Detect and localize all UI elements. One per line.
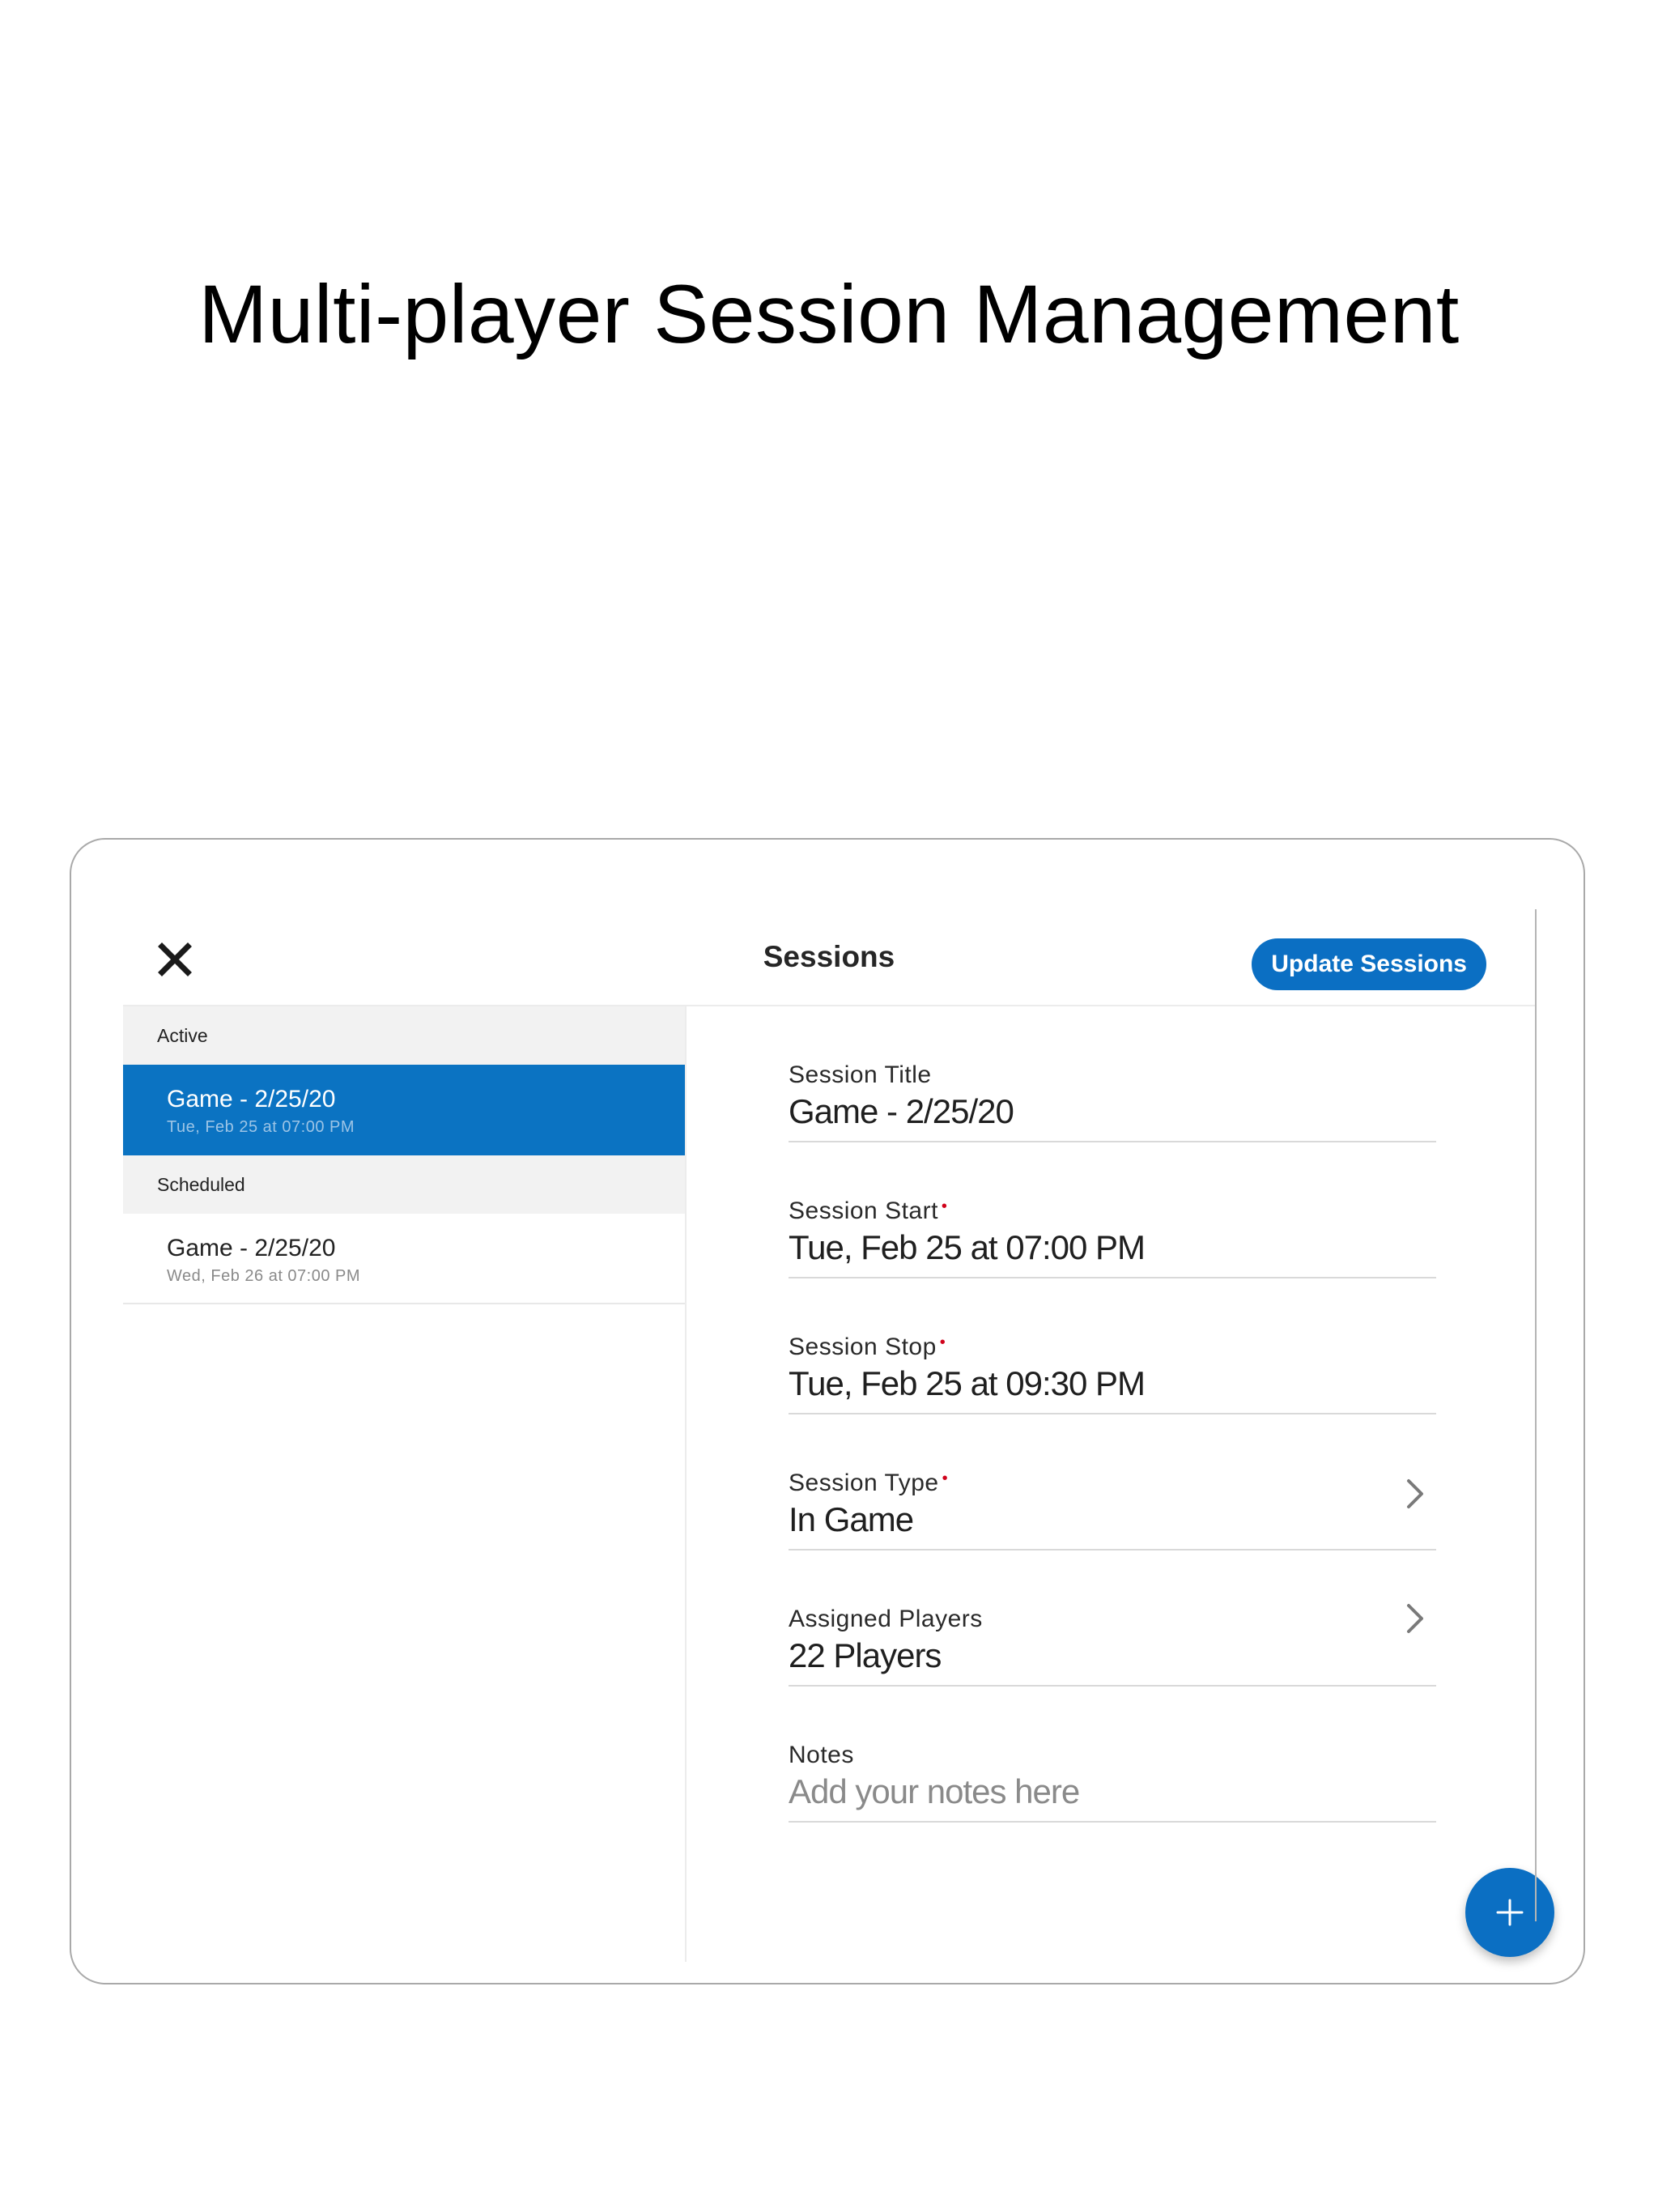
- page-headline: Multi-player Session Management: [198, 268, 1460, 360]
- navigation-bar: Sessions Update Sessions: [123, 909, 1535, 1006]
- session-stop-field[interactable]: Session Stop • Tue, Feb 25 at 09:30 PM: [789, 1278, 1436, 1414]
- field-label: Session Start •: [789, 1197, 948, 1224]
- required-marker: •: [939, 1334, 946, 1351]
- chevron-right-icon: [1407, 1604, 1423, 1633]
- field-label: Session Type •: [789, 1470, 949, 1496]
- field-label: Notes: [789, 1742, 854, 1768]
- field-label: Session Title: [789, 1061, 932, 1088]
- session-item-subtitle: Wed, Feb 26 at 07:00 PM: [167, 1267, 361, 1285]
- session-detail: Session Title Game - 2/25/20 Session Sta…: [687, 1006, 1535, 1962]
- required-marker: •: [942, 1470, 949, 1487]
- field-label: Assigned Players: [789, 1606, 983, 1632]
- assigned-players-value: 22 Players: [789, 1636, 942, 1674]
- session-item-title: Game - 2/25/20: [167, 1086, 336, 1112]
- session-list-item-scheduled[interactable]: Game - 2/25/20 Wed, Feb 26 at 07:00 PM: [123, 1214, 685, 1304]
- tablet-frame: Sessions Update Sessions Active Game - 2…: [70, 838, 1585, 1984]
- section-header-active: Active: [123, 1006, 685, 1065]
- assigned-players-field[interactable]: Assigned Players 22 Players: [789, 1551, 1436, 1687]
- session-start-field[interactable]: Session Start • Tue, Feb 25 at 07:00 PM: [789, 1142, 1436, 1278]
- update-sessions-button[interactable]: Update Sessions: [1252, 938, 1486, 990]
- session-stop-value: Tue, Feb 25 at 09:30 PM: [789, 1364, 1146, 1402]
- notes-input[interactable]: Add your notes here: [789, 1772, 1080, 1811]
- session-list-item-active[interactable]: Game - 2/25/20 Tue, Feb 25 at 07:00 PM: [123, 1065, 685, 1155]
- chevron-right-icon: [1407, 1479, 1423, 1508]
- close-button[interactable]: [155, 940, 194, 979]
- plus-icon: [1496, 1899, 1524, 1926]
- session-type-value: In Game: [789, 1500, 914, 1538]
- session-type-field[interactable]: Session Type • In Game: [789, 1414, 1436, 1551]
- sessions-screen: Sessions Update Sessions Active Game - 2…: [123, 909, 1554, 1962]
- session-list: Active Game - 2/25/20 Tue, Feb 25 at 07:…: [123, 1006, 687, 1962]
- add-session-button[interactable]: [1465, 1868, 1554, 1957]
- notes-field[interactable]: Notes Add your notes here: [789, 1687, 1436, 1823]
- screen-edge-divider: [1535, 909, 1537, 1921]
- field-label: Session Stop •: [789, 1334, 946, 1360]
- session-item-subtitle: Tue, Feb 25 at 07:00 PM: [167, 1118, 355, 1136]
- close-icon: [158, 942, 192, 976]
- section-header-scheduled: Scheduled: [123, 1155, 685, 1214]
- session-start-value: Tue, Feb 25 at 07:00 PM: [789, 1228, 1146, 1266]
- session-title-field[interactable]: Session Title Game - 2/25/20: [789, 1006, 1436, 1142]
- session-title-value: Game - 2/25/20: [789, 1092, 1014, 1130]
- session-item-title: Game - 2/25/20: [167, 1235, 336, 1261]
- required-marker: •: [941, 1197, 948, 1215]
